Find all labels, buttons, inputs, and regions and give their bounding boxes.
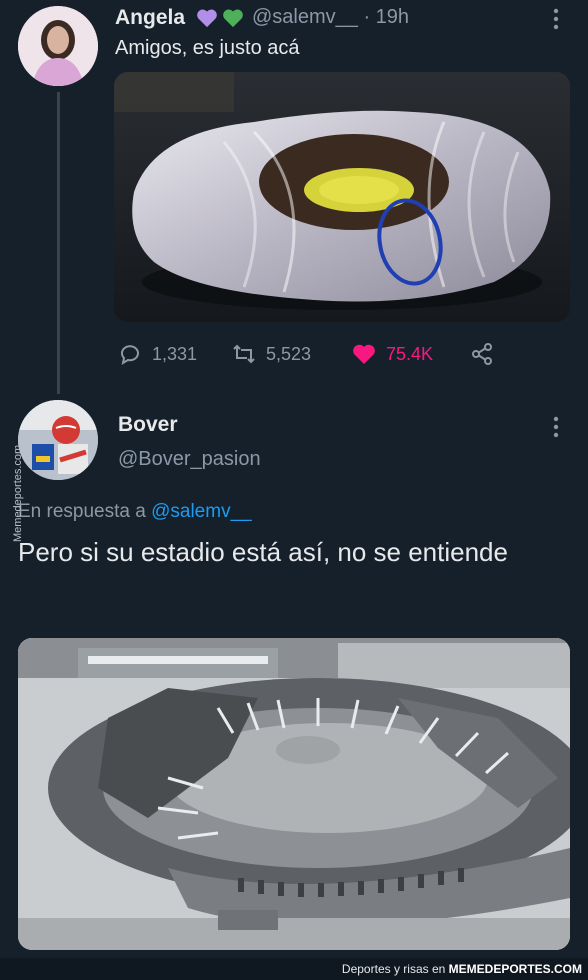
share-icon: [472, 343, 492, 365]
watermark-brand: MEMEDEPORTES.COM: [448, 962, 582, 976]
heart-icon: [353, 344, 375, 364]
green-heart-icon: [223, 9, 243, 28]
more-options-icon[interactable]: [553, 416, 559, 438]
handle-and-time[interactable]: @salemv__ · 19h: [252, 6, 409, 29]
like-count: 75.4K: [386, 343, 434, 364]
tweet-text: Amigos, es justo acá: [115, 37, 300, 59]
retweet-icon: [233, 344, 255, 364]
avatar[interactable]: [18, 400, 98, 480]
reply-context: En respuesta a @salemv__: [18, 501, 252, 523]
stadium-aerial-photo[interactable]: [114, 72, 570, 322]
collapsed-stadium-photo[interactable]: [18, 638, 570, 950]
tweet-time[interactable]: · 19h: [363, 6, 409, 28]
user-handle[interactable]: @salemv__: [252, 6, 358, 28]
reply-count: 1,331: [152, 343, 198, 364]
reply-mention-link[interactable]: @salemv__: [151, 501, 252, 522]
thread-line: [57, 92, 60, 394]
more-options-icon[interactable]: [553, 8, 559, 30]
retweet-button[interactable]: 5,523: [232, 340, 311, 368]
watermark-prefix: Deportes y risas en: [341, 962, 446, 976]
like-button[interactable]: 75.4K: [352, 340, 433, 368]
bottom-watermark: Deportes y risas en MEMEDEPORTES.COM: [342, 962, 582, 976]
share-button[interactable]: [470, 340, 494, 368]
side-watermark: Memedeportes.com: [12, 444, 24, 542]
reply-icon: [121, 345, 139, 366]
tweet-text: Pero si su estadio está así, no se entie…: [18, 537, 508, 567]
purple-heart-icon: [197, 9, 217, 28]
retweet-count: 5,523: [266, 343, 312, 364]
display-name[interactable]: Angela: [115, 6, 185, 30]
reply-prefix: En respuesta a: [18, 501, 146, 522]
avatar[interactable]: [18, 6, 98, 86]
user-handle[interactable]: @Bover_pasion: [118, 448, 261, 471]
display-name[interactable]: Bover: [118, 413, 178, 437]
reply-button[interactable]: 1,331: [118, 340, 197, 368]
